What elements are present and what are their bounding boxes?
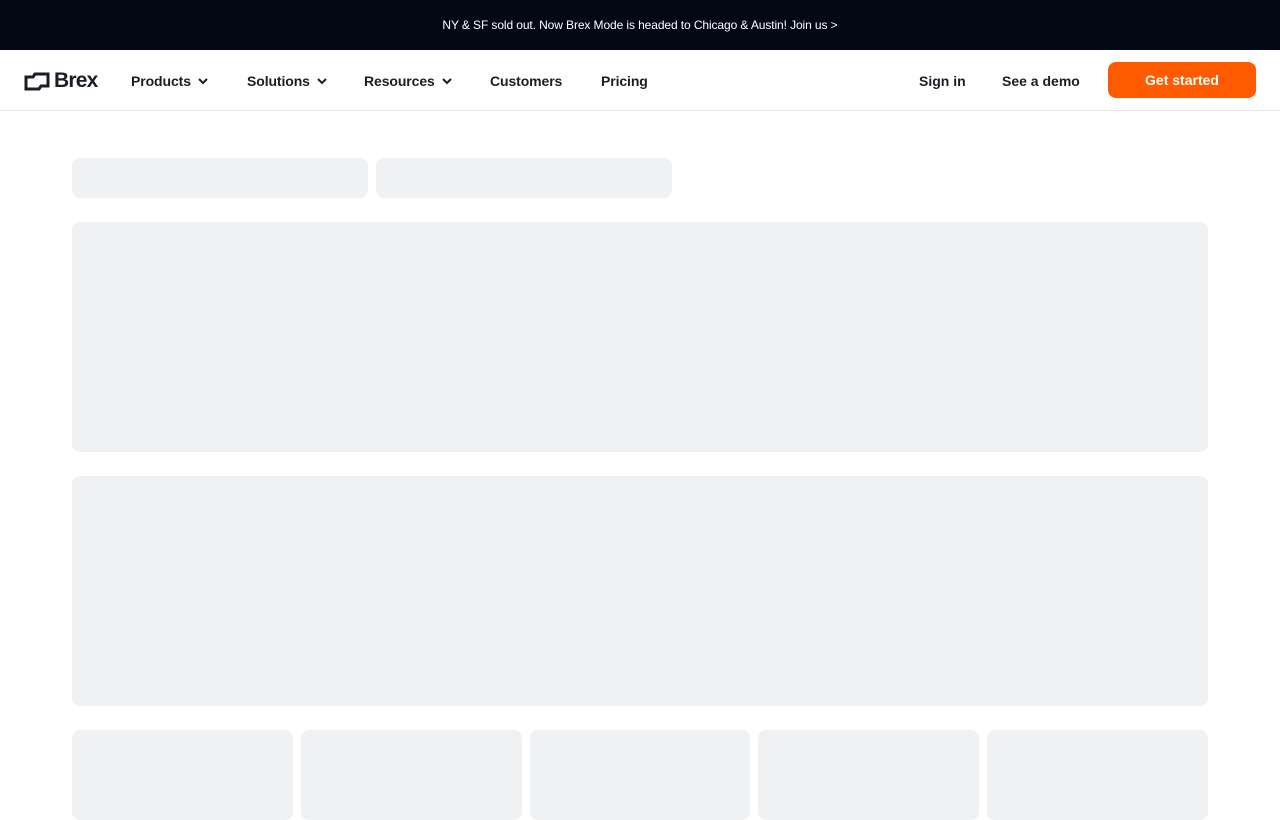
chevron-down-icon (441, 78, 452, 85)
skeleton-tab (376, 158, 672, 198)
nav-customers-label: Customers (490, 73, 563, 89)
nav-pricing-label: Pricing (601, 73, 648, 89)
top-navigation: Brex Products Solutions Resources Custom… (0, 50, 1280, 111)
get-started-button[interactable]: Get started (1108, 62, 1256, 98)
announcement-banner: NY & SF sold out. Now Brex Mode is heade… (0, 0, 1280, 50)
chevron-down-icon (317, 78, 327, 85)
brex-logo-icon (24, 72, 50, 90)
announcement-link[interactable]: NY & SF sold out. Now Brex Mode is heade… (442, 18, 837, 32)
skeleton-card (758, 730, 979, 820)
skeleton-card (530, 730, 750, 820)
brex-logo[interactable]: Brex (24, 70, 98, 92)
nav-solutions[interactable]: Solutions (247, 71, 328, 91)
skeleton-card (72, 730, 293, 820)
nav-customers[interactable]: Customers (490, 71, 562, 91)
skeleton-panel (72, 222, 1208, 452)
skeleton-tab (72, 158, 368, 198)
nav-resources[interactable]: Resources (364, 71, 453, 91)
skeleton-card (987, 730, 1208, 820)
nav-products-label: Products (131, 73, 191, 89)
nav-resources-label: Resources (364, 73, 435, 89)
sign-in-link[interactable]: Sign in (919, 71, 966, 91)
see-demo-link[interactable]: See a demo (1002, 71, 1080, 91)
nav-pricing[interactable]: Pricing (601, 71, 648, 91)
skeleton-panel (72, 476, 1208, 706)
brand-name: Brex (54, 69, 98, 92)
skeleton-card (301, 730, 522, 820)
nav-products[interactable]: Products (131, 71, 209, 91)
chevron-down-icon (198, 78, 208, 85)
nav-solutions-label: Solutions (247, 73, 310, 89)
